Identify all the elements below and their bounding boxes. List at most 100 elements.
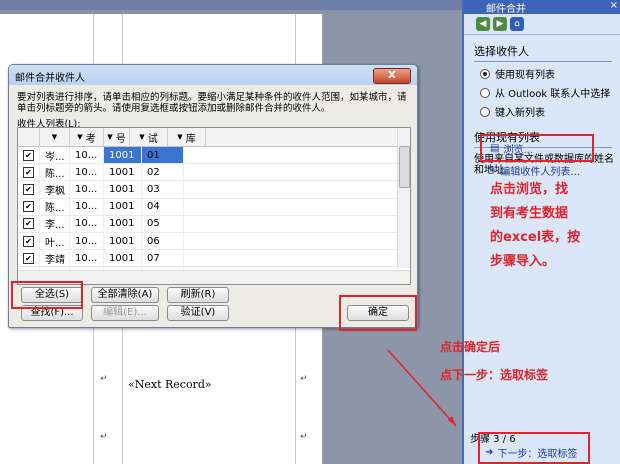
edit-recipient-list-link[interactable]: ✎ 编辑收件人列表... bbox=[488, 163, 580, 178]
checkbox[interactable]: ✔ bbox=[23, 166, 34, 178]
ok-highlight bbox=[339, 295, 417, 331]
table-cell: 1001 bbox=[104, 232, 142, 250]
table-cell: 1001 bbox=[104, 198, 142, 215]
table-row[interactable]: ✔ 叶... 10... 1001 06 bbox=[18, 232, 410, 251]
task-pane-toolbar: ◀ ▶ ⌂ bbox=[464, 14, 620, 35]
dialog-title: 邮件合并收件人 bbox=[15, 73, 85, 84]
annotation-line: 的excel表，按 bbox=[490, 230, 581, 245]
table-cell: 1001 bbox=[104, 215, 142, 232]
row-checkbox-cell: ✔ bbox=[18, 164, 40, 181]
table-cell: 李靖 bbox=[40, 250, 70, 267]
checkbox[interactable]: ✔ bbox=[23, 252, 34, 264]
checkbox[interactable]: ✔ bbox=[23, 218, 34, 230]
dialog-titlebar: 邮件合并收件人 X bbox=[9, 65, 417, 85]
table-cell: 李... bbox=[40, 215, 70, 232]
table-row[interactable]: ✔ 李... 10... 1001 05 bbox=[18, 215, 410, 233]
grid-body: ✔ 岑... 10... 1001 01 ✔ 陈... 10... 1001 02 ✔ 李枫 10...… bbox=[18, 147, 410, 284]
scroll-thumb[interactable] bbox=[399, 146, 410, 188]
table-cell: 陈... bbox=[40, 198, 70, 215]
browse-link-label[interactable]: 浏览... bbox=[503, 141, 533, 156]
annotation-line: 点击确定后 bbox=[440, 340, 501, 354]
radio-label: 键入新列表 bbox=[495, 108, 545, 119]
edit-button[interactable]: 编辑(E)... bbox=[91, 305, 159, 321]
radio-outlook-contacts[interactable]: 从 Outlook 联系人中选择 bbox=[480, 85, 620, 100]
column-header[interactable]: ▼ 号 bbox=[104, 128, 130, 146]
recipient-grid[interactable]: ▼ ▼ 考 ▼ 号 ▼ 试 ▼ 库 ✔ 岑... 10... 1001 01 ✔ 陈... 10...… bbox=[17, 127, 411, 285]
home-icon[interactable]: ⌂ bbox=[510, 17, 524, 31]
vertical-scrollbar[interactable] bbox=[397, 128, 410, 268]
paragraph-mark: ↵ bbox=[100, 374, 108, 384]
table-cell: 10... bbox=[70, 147, 104, 164]
next-record-field: «Next Record» bbox=[128, 378, 212, 391]
dropdown-arrow-icon[interactable]: ▼ bbox=[52, 133, 57, 141]
task-pane-title: 邮件合并 bbox=[486, 4, 526, 15]
refresh-button[interactable]: 刷新(R) bbox=[167, 287, 229, 303]
radio-checked-icon[interactable] bbox=[480, 68, 490, 79]
table-row[interactable]: ✔ 陈... 10... 1001 02 bbox=[18, 164, 410, 182]
table-cell: 10... bbox=[70, 232, 104, 250]
table-row[interactable]: ✔ 陈... 10... 1001 04 bbox=[18, 198, 410, 216]
checkbox[interactable]: ✔ bbox=[23, 235, 34, 247]
back-icon[interactable]: ◀ bbox=[476, 17, 490, 31]
annotation-line: 点下一步：选取标签 bbox=[440, 368, 549, 382]
checkbox[interactable]: ✔ bbox=[23, 149, 34, 161]
table-row[interactable]: ✔ 李枫 10... 1001 03 bbox=[18, 181, 410, 199]
next-step-label[interactable]: 下一步：选取标签 bbox=[497, 445, 577, 460]
radio-label: 从 Outlook 联系人中选择 bbox=[495, 89, 611, 100]
table-cell: 07 bbox=[142, 250, 184, 267]
column-header[interactable]: ▼ 考 bbox=[70, 128, 104, 146]
table-cell: 03 bbox=[142, 181, 184, 198]
table-row[interactable]: ✔ 李靖 10... 1001 07 bbox=[18, 250, 410, 268]
table-cell: 1001 bbox=[104, 181, 142, 198]
column-header[interactable]: ▼ 试 bbox=[130, 128, 168, 146]
edit-icon: ✎ bbox=[488, 165, 497, 176]
table-cell: 1001 bbox=[104, 164, 142, 181]
radio-use-existing[interactable]: 使用现有列表 bbox=[480, 66, 620, 81]
divider bbox=[474, 61, 612, 62]
dropdown-arrow-icon[interactable]: ▼ bbox=[139, 133, 144, 141]
validate-button[interactable]: 验证(V) bbox=[167, 305, 229, 321]
radio-unchecked-icon[interactable] bbox=[480, 106, 490, 117]
table-cell: 10... bbox=[70, 198, 104, 215]
table-cell: 02 bbox=[142, 164, 184, 181]
grid-header: ▼ ▼ 考 ▼ 号 ▼ 试 ▼ 库 bbox=[18, 128, 410, 147]
dropdown-arrow-icon[interactable]: ▼ bbox=[77, 133, 82, 141]
dropdown-arrow-icon[interactable]: ▼ bbox=[107, 133, 112, 141]
edit-link-label[interactable]: 编辑收件人列表... bbox=[500, 163, 580, 178]
table-row[interactable]: ✔ 岑... 10... 1001 01 bbox=[18, 147, 410, 165]
table-cell: 1001 bbox=[104, 250, 142, 267]
mail-merge-recipients-dialog: 邮件合并收件人 X 要对列表进行排序，请单击相应的列标题。要缩小满足某种条件的收… bbox=[8, 64, 418, 331]
table-cell: 01 bbox=[142, 147, 184, 164]
paragraph-mark: ↵ bbox=[300, 374, 308, 384]
horizontal-ruler bbox=[0, 0, 462, 10]
table-cell: 06 bbox=[142, 232, 184, 250]
column-header-check[interactable] bbox=[18, 128, 40, 146]
table-cell: 李枫 bbox=[40, 181, 70, 198]
close-button[interactable]: X bbox=[373, 68, 411, 84]
checkbox[interactable]: ✔ bbox=[23, 183, 34, 195]
next-step-link[interactable]: ➜ 下一步：选取标签 bbox=[485, 445, 577, 460]
table-cell: 04 bbox=[142, 198, 184, 215]
dropdown-arrow-icon[interactable]: ▼ bbox=[177, 133, 182, 141]
dialog-description: 要对列表进行排序，请单击相应的列标题。要缩小满足某种条件的收件人范围，如某城市，… bbox=[17, 92, 407, 114]
annotation-note-ok: 点击确定后 点下一步：选取标签 bbox=[440, 333, 548, 389]
column-header[interactable]: ▼ 库 bbox=[168, 128, 206, 146]
arrow-right-icon: ➜ bbox=[485, 447, 494, 458]
radio-type-new-list[interactable]: 键入新列表 bbox=[480, 104, 620, 119]
close-icon[interactable]: × bbox=[610, 0, 618, 11]
annotation-line: 步骤导入。 bbox=[490, 254, 556, 269]
column-header[interactable]: ▼ bbox=[40, 128, 70, 146]
forward-icon[interactable]: ▶ bbox=[493, 17, 507, 31]
table-cell: 05 bbox=[142, 215, 184, 232]
table-cell: 1001 bbox=[104, 147, 142, 164]
annotation-line: 点击浏览，找 bbox=[490, 182, 569, 197]
clear-all-button[interactable]: 全部清除(A) bbox=[91, 287, 159, 303]
table-cell: 10... bbox=[70, 250, 104, 267]
row-checkbox-cell: ✔ bbox=[18, 198, 40, 215]
row-checkbox-cell: ✔ bbox=[18, 147, 40, 164]
paragraph-mark: ↵ bbox=[100, 432, 108, 442]
radio-unchecked-icon[interactable] bbox=[480, 87, 490, 98]
checkbox[interactable]: ✔ bbox=[23, 201, 34, 213]
radio-label: 使用现有列表 bbox=[495, 70, 555, 81]
browse-link[interactable]: ▤ 浏览... bbox=[490, 141, 533, 156]
